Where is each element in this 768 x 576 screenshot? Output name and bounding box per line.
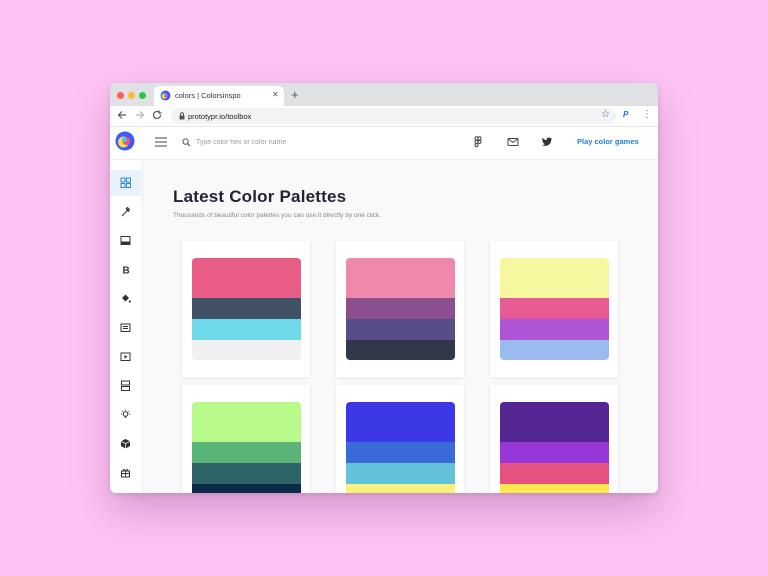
tab-close-icon[interactable]: ✕	[272, 90, 279, 99]
sidebar-item-lightbulb[interactable]	[110, 402, 141, 428]
tab-title: colors | Colorsinspo	[175, 91, 241, 100]
color-swatch[interactable]	[192, 484, 301, 493]
sidebar-item-grid[interactable]	[110, 170, 141, 196]
color-swatch[interactable]	[346, 442, 455, 463]
color-swatch[interactable]	[346, 484, 455, 493]
color-swatch[interactable]	[346, 319, 455, 340]
reload-icon[interactable]	[151, 109, 163, 121]
play-icon	[120, 352, 131, 361]
color-swatch[interactable]	[500, 402, 609, 442]
address-bar[interactable]: prototypr.io/toolbox	[171, 108, 616, 124]
color-swatch[interactable]	[346, 340, 455, 360]
app-header: Play color games	[110, 127, 658, 160]
palette-swatches	[192, 258, 301, 360]
hamburger-menu-icon[interactable]	[155, 137, 167, 147]
palette-swatches	[192, 402, 301, 493]
colorsinspo-logo-icon[interactable]	[115, 131, 135, 151]
lightbulb-icon	[121, 409, 130, 418]
minimize-window-button[interactable]	[128, 92, 135, 99]
color-swatch[interactable]	[500, 298, 609, 319]
main-content: Latest Color Palettes Thousands of beaut…	[143, 160, 658, 493]
color-swatch[interactable]	[192, 319, 301, 340]
colorsinspo-favicon-icon	[160, 90, 171, 101]
url-text: prototypr.io/toolbox	[188, 111, 252, 121]
color-swatch[interactable]	[500, 319, 609, 340]
bold-icon: B	[123, 266, 130, 276]
color-swatch[interactable]	[192, 258, 301, 298]
twitter-icon[interactable]	[541, 136, 553, 148]
color-swatch[interactable]	[346, 402, 455, 442]
sidebar-item-bold[interactable]: B	[110, 257, 141, 283]
page-title: Latest Color Palettes	[173, 187, 347, 206]
color-swatch[interactable]	[500, 258, 609, 298]
layout-icon	[121, 380, 130, 391]
palette-swatches	[500, 258, 609, 360]
color-swatch[interactable]	[192, 340, 301, 360]
page-subtitle: Thousands of beautiful color palettes yo…	[173, 212, 382, 219]
color-swatch[interactable]	[192, 402, 301, 442]
palette-card[interactable]	[182, 241, 310, 377]
sidebar: B	[110, 160, 143, 493]
image-icon	[120, 236, 131, 245]
mail-icon[interactable]	[507, 136, 519, 148]
cube-icon	[120, 439, 131, 449]
color-swatch[interactable]	[192, 442, 301, 463]
color-swatch[interactable]	[500, 340, 609, 360]
color-swatch[interactable]	[192, 463, 301, 484]
figma-icon[interactable]	[472, 136, 484, 148]
back-arrow-icon[interactable]	[116, 109, 128, 121]
lock-icon	[179, 112, 185, 120]
forward-arrow-icon[interactable]	[134, 109, 146, 121]
color-swatch[interactable]	[500, 463, 609, 484]
color-swatch[interactable]	[346, 298, 455, 319]
svg-text:B: B	[123, 266, 130, 276]
color-swatch[interactable]	[346, 463, 455, 484]
sidebar-item-image[interactable]	[110, 228, 141, 254]
grid-icon	[120, 177, 131, 188]
sidebar-item-cube[interactable]	[110, 431, 141, 457]
palette-card[interactable]	[490, 385, 618, 493]
paint-bucket-icon	[122, 294, 131, 303]
palette-card[interactable]	[182, 385, 310, 493]
color-swatch[interactable]	[192, 298, 301, 319]
maximize-window-button[interactable]	[139, 92, 146, 99]
color-swatch[interactable]	[346, 258, 455, 298]
browser-window: colors | Colorsinspo ✕ + prototypr.io/to…	[110, 83, 658, 493]
sidebar-item-play[interactable]	[110, 344, 141, 370]
sidebar-item-newspaper[interactable]	[110, 315, 141, 341]
search-icon	[182, 138, 191, 147]
bookmark-star-icon[interactable]: ☆	[601, 109, 610, 121]
palette-card[interactable]	[336, 241, 464, 377]
color-swatch[interactable]	[500, 442, 609, 463]
close-window-button[interactable]	[117, 92, 124, 99]
color-swatch[interactable]	[500, 484, 609, 493]
sidebar-item-layout[interactable]	[110, 373, 141, 399]
palette-card[interactable]	[336, 385, 464, 493]
browser-menu-icon[interactable]: ⋮	[642, 109, 652, 121]
palette-swatches	[346, 402, 455, 493]
browser-toolbar: prototypr.io/toolbox ☆ P ⋮	[110, 106, 658, 127]
sidebar-item-paint-bucket[interactable]	[110, 286, 141, 312]
palette-swatches	[500, 402, 609, 493]
color-search-input[interactable]	[196, 135, 356, 149]
sidebar-item-gift[interactable]	[110, 460, 141, 486]
new-tab-icon[interactable]: +	[291, 86, 299, 104]
newspaper-icon	[120, 323, 131, 332]
browser-tab[interactable]: colors | Colorsinspo ✕	[154, 86, 284, 106]
tab-strip: colors | Colorsinspo ✕ +	[110, 83, 658, 106]
sidebar-item-eyedropper[interactable]	[110, 199, 141, 225]
palette-card[interactable]	[490, 241, 618, 377]
eyedropper-icon	[121, 206, 131, 217]
gift-icon	[121, 469, 130, 478]
play-color-games-link[interactable]: Play color games	[577, 137, 639, 146]
prototypr-extension-icon[interactable]: P	[623, 110, 628, 119]
palette-swatches	[346, 258, 455, 360]
